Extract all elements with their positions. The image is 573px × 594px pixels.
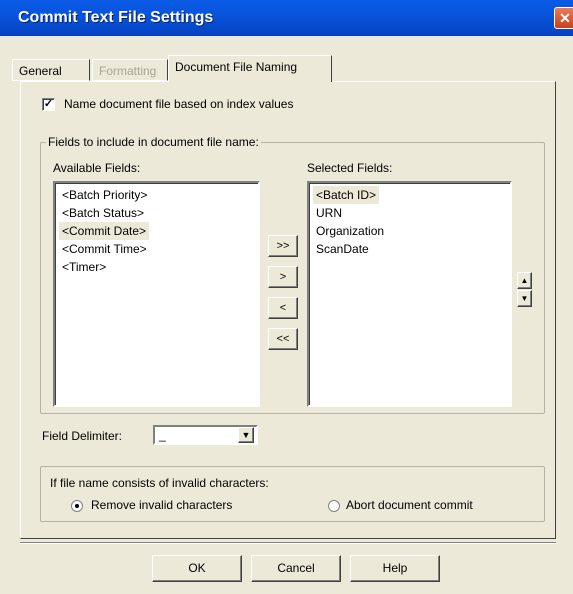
add-all-button[interactable]: >>	[268, 235, 298, 257]
list-item[interactable]: <Timer>	[59, 258, 109, 276]
tab-document-file-naming[interactable]: Document File Naming	[168, 55, 332, 82]
available-fields-list[interactable]: <Batch Priority> <Batch Status> <Commit …	[53, 181, 260, 407]
field-delimiter-label: Field Delimiter:	[42, 429, 123, 443]
invalid-chars-legend: If file name consists of invalid charact…	[50, 476, 269, 490]
name-by-index-checkbox[interactable]: ✓	[42, 98, 55, 111]
list-item[interactable]: <Batch Status>	[59, 204, 147, 222]
list-item-selected[interactable]: <Commit Date>	[59, 222, 150, 240]
field-delimiter-select[interactable]: _ ▼	[153, 425, 258, 445]
tab-general[interactable]: General	[12, 59, 90, 81]
field-delimiter-value: _	[159, 428, 166, 442]
dialog-window: Commit Text File Settings ✕ General Form…	[0, 0, 573, 594]
abort-commit-label: Abort document commit	[346, 498, 473, 512]
ok-button[interactable]: OK	[152, 555, 242, 582]
add-button[interactable]: >	[268, 266, 298, 288]
name-by-index-label: Name document file based on index values	[64, 97, 294, 111]
list-item[interactable]: ScanDate	[313, 240, 372, 258]
chevron-down-icon: ▼	[241, 430, 251, 440]
invalid-chars-groupbox	[40, 466, 545, 522]
arrow-down-icon: ▼	[520, 294, 529, 303]
tab-formatting: Formatting	[92, 59, 168, 81]
abort-commit-radio[interactable]	[328, 500, 340, 512]
selected-fields-list[interactable]: <Batch ID> URN Organization ScanDate	[307, 181, 512, 407]
separator	[20, 542, 556, 544]
tab-general-label: General	[19, 64, 62, 78]
fields-group-legend: Fields to include in document file name:	[46, 135, 261, 149]
move-down-button[interactable]: ▼	[517, 290, 532, 307]
remove-invalid-radio[interactable]	[71, 500, 83, 512]
list-item[interactable]: URN	[313, 204, 345, 222]
dropdown-button[interactable]: ▼	[238, 427, 254, 443]
remove-invalid-label: Remove invalid characters	[91, 498, 233, 512]
cancel-button[interactable]: Cancel	[251, 555, 341, 582]
tab-document-file-naming-label: Document File Naming	[175, 60, 298, 74]
available-fields-label: Available Fields:	[53, 161, 141, 175]
checkbox-check-icon: ✓	[43, 98, 54, 110]
move-up-button[interactable]: ▲	[517, 272, 532, 289]
title-bar[interactable]: Commit Text File Settings ✕	[0, 0, 573, 36]
close-button[interactable]: ✕	[554, 7, 573, 29]
list-item[interactable]: <Batch Priority>	[59, 186, 150, 204]
radio-selected-dot	[75, 504, 79, 508]
remove-all-button[interactable]: <<	[268, 328, 298, 350]
selected-fields-label: Selected Fields:	[307, 161, 393, 175]
remove-button[interactable]: <	[268, 297, 298, 319]
arrow-up-icon: ▲	[520, 276, 529, 285]
close-icon: ✕	[559, 10, 571, 26]
list-item-selected[interactable]: <Batch ID>	[313, 186, 380, 204]
list-item[interactable]: <Commit Time>	[59, 240, 150, 258]
help-button[interactable]: Help	[350, 555, 440, 582]
tab-page: ✓ Name document file based on index valu…	[20, 81, 556, 539]
list-item[interactable]: Organization	[313, 222, 387, 240]
tab-formatting-label: Formatting	[99, 64, 157, 78]
window-title: Commit Text File Settings	[18, 9, 214, 26]
